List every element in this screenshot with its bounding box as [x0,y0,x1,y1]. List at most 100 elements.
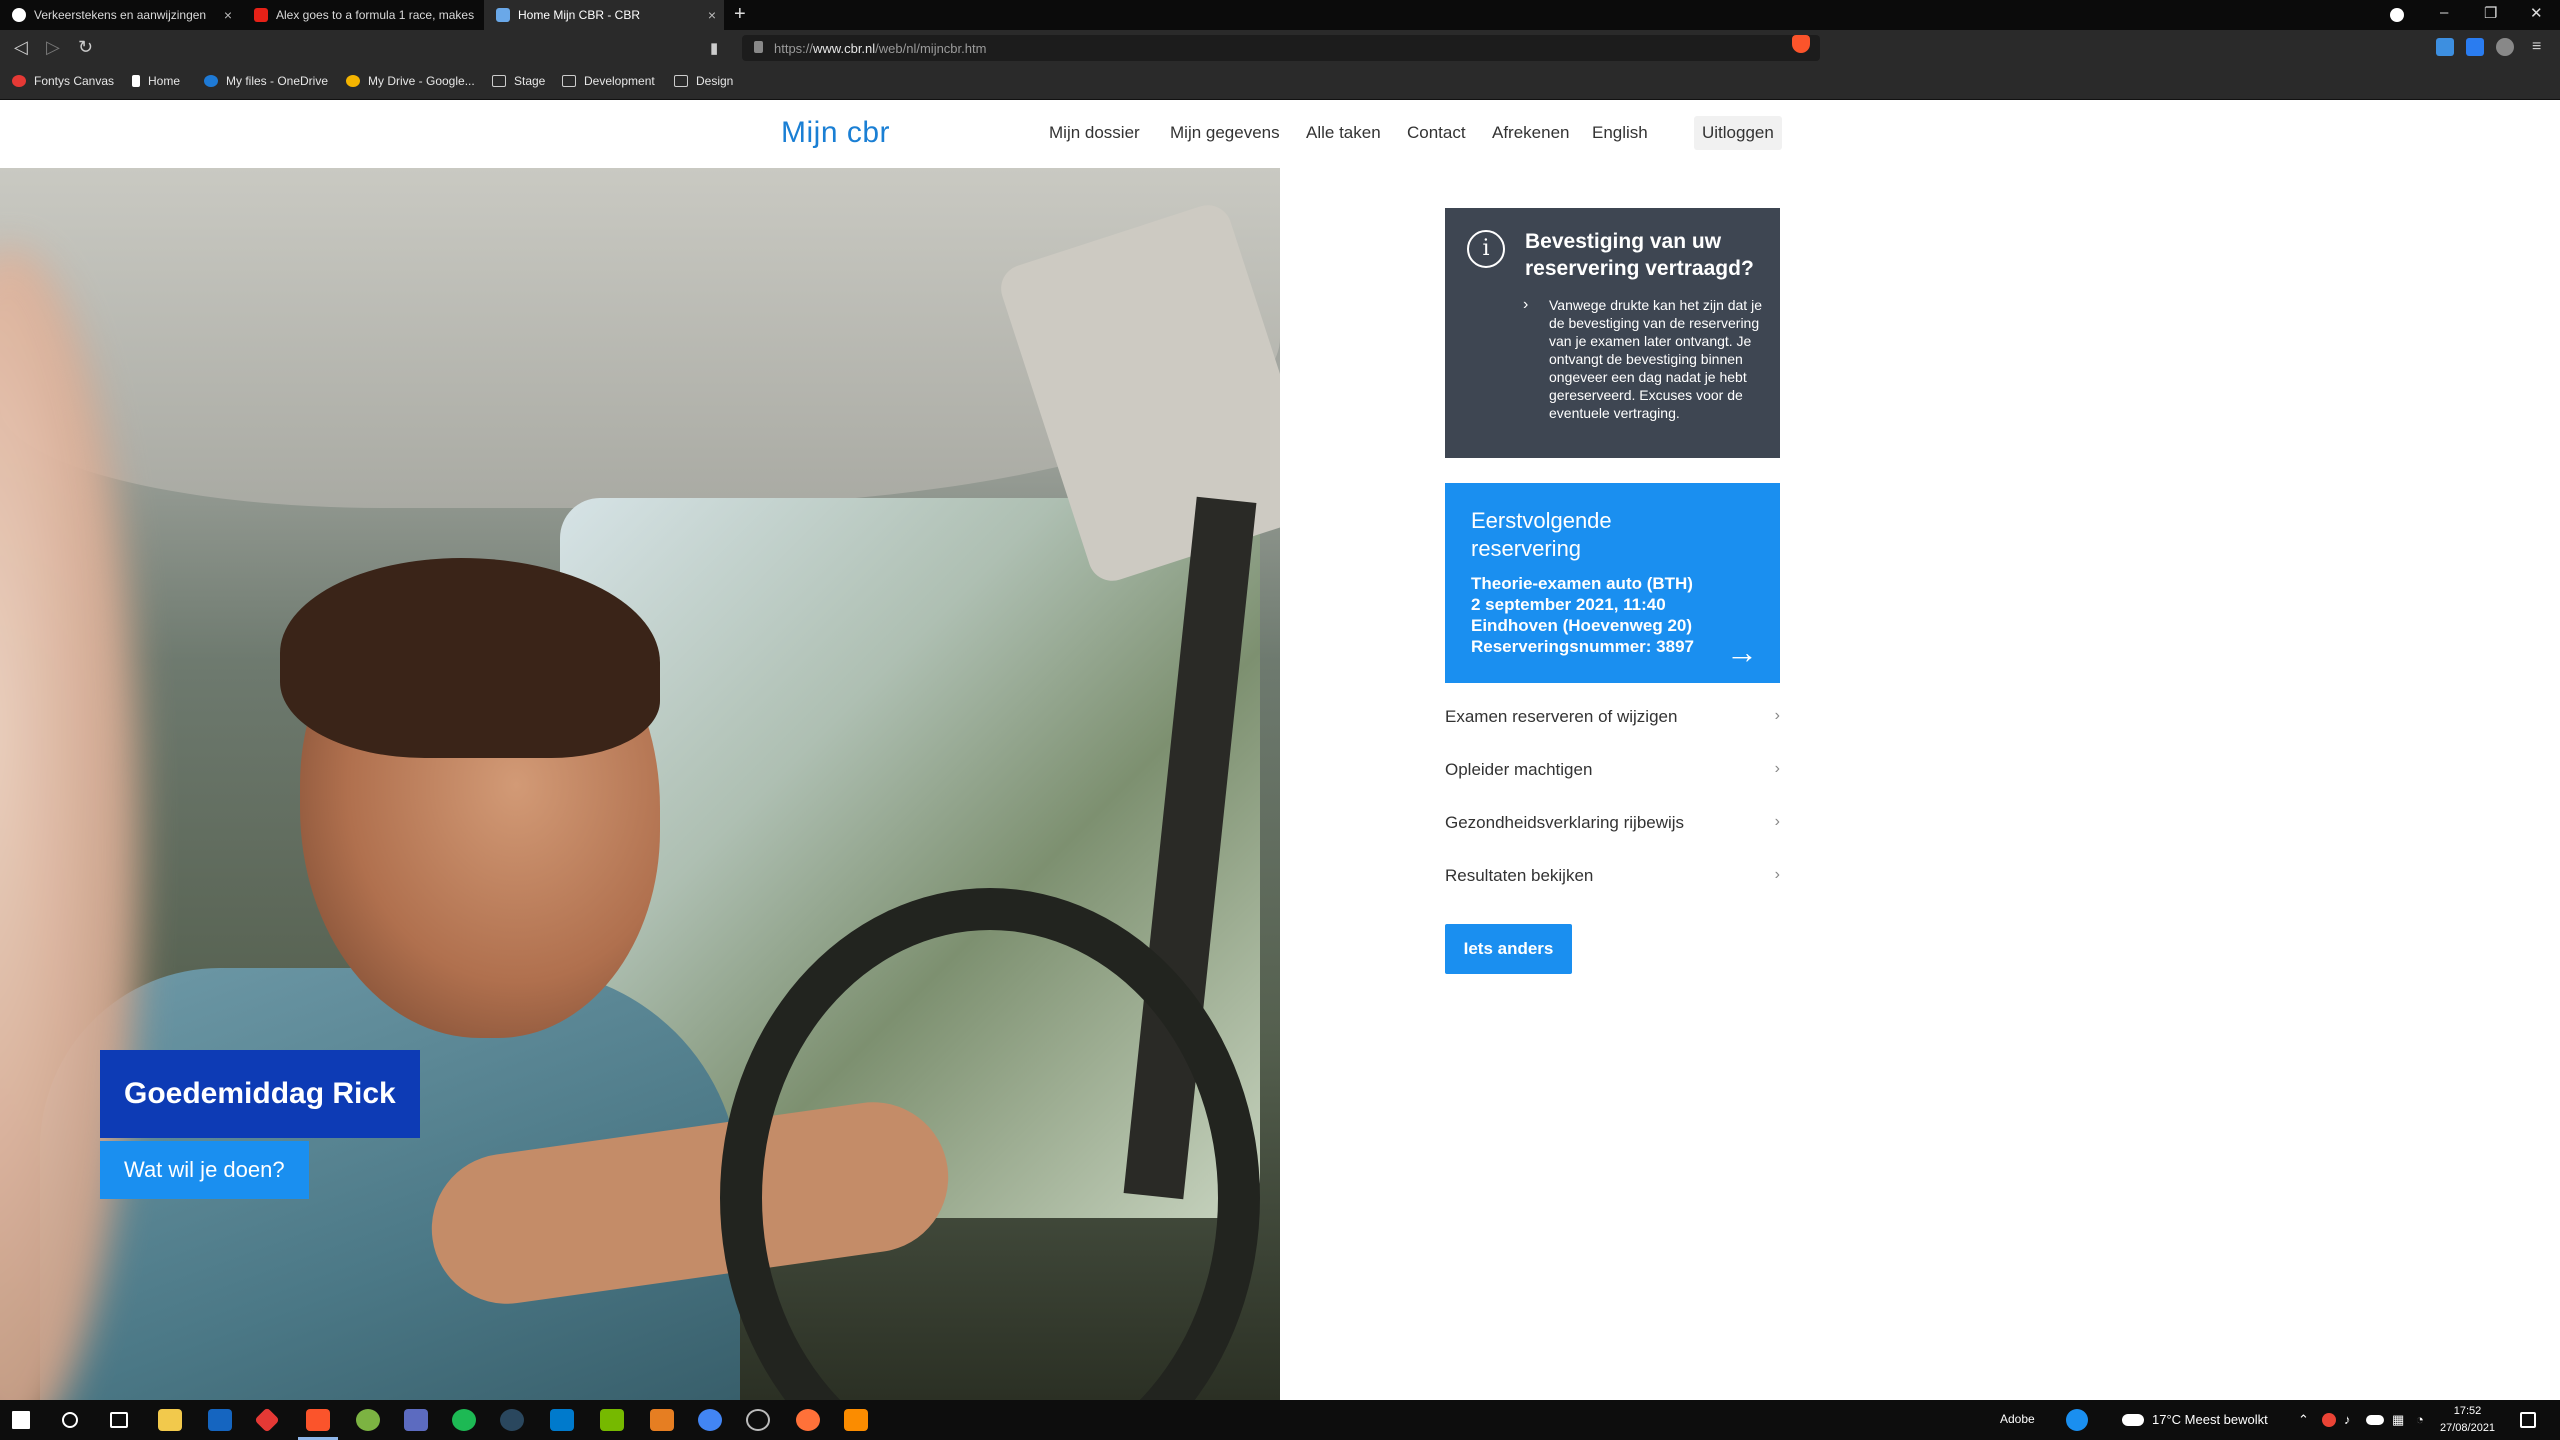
info-icon: i [1467,230,1505,268]
brave-icon[interactable] [306,1409,330,1431]
notice-body: Vanwege drukte kan het zijn dat je de be… [1549,297,1762,421]
nav-mijn-dossier[interactable]: Mijn dossier [1049,123,1140,143]
action-link-resultaten[interactable]: Resultaten bekijken › [1445,866,1780,896]
action-link-examen[interactable]: Examen reserveren of wijzigen › [1445,707,1780,737]
system-clock[interactable]: 17:52 27/08/2021 [2440,1403,2495,1437]
restore-icon[interactable]: ❐ [2484,4,2497,22]
wifi-icon[interactable]: ◔ [2416,1412,2424,1427]
bookmark-item[interactable]: Fontys Canvas [12,74,114,88]
minimize-icon[interactable]: – [2440,4,2448,21]
file-explorer-icon[interactable] [158,1409,182,1431]
search-icon[interactable] [62,1412,78,1428]
youtube-icon [254,8,268,22]
cbr-favicon-icon [496,8,510,22]
chevron-right-icon: › [1523,296,1529,313]
next-reservation-card[interactable]: Eerstvolgende reservering Theorie-examen… [1445,483,1780,683]
site-header: Mijn cbr Mijn dossier Mijn gegevens Alle… [0,100,2560,168]
puzzle-icon[interactable] [2496,38,2514,56]
tab-verkeerstekens[interactable]: Verkeerstekens en aanwijzingen × [0,0,240,30]
onedrive-tray-icon[interactable] [2366,1415,2384,1425]
bookmark-item[interactable]: Home [132,74,180,88]
chrome-icon[interactable] [698,1409,722,1431]
teams-icon[interactable] [404,1409,428,1431]
google-drive-icon [346,75,360,87]
chevron-up-icon[interactable]: ⌃ [2298,1412,2309,1428]
bookmark-extension-icon[interactable] [2466,38,2484,56]
steam-icon[interactable] [500,1409,524,1431]
reservation-exam: Theorie-examen auto (BTH) [1471,574,1693,593]
app-orange-icon[interactable] [650,1409,674,1431]
close-tab-icon[interactable]: × [708,7,716,23]
chevron-right-icon: › [1774,813,1780,830]
vscode-icon[interactable] [550,1409,574,1431]
nav-mijn-gegevens[interactable]: Mijn gegevens [1170,123,1280,143]
lock-icon [754,41,763,53]
reservation-location: Eindhoven (Hoevenweg 20) [1471,616,1693,635]
bookmark-item[interactable]: My files - OneDrive [204,74,328,88]
extension-icon[interactable] [2436,38,2454,56]
action-link-gezondheid[interactable]: Gezondheidsverklaring rijbewijs › [1445,813,1780,843]
forward-icon[interactable]: ▷ [46,37,60,58]
xampp-icon[interactable] [844,1409,868,1431]
bookmark-icon[interactable]: ▮ [710,39,718,57]
bookmark-folder[interactable]: Design [674,74,733,88]
bookmark-item[interactable]: My Drive - Google... [346,74,475,88]
new-tab-button[interactable]: + [734,3,746,26]
nav-afrekenen[interactable]: Afrekenen [1492,123,1570,143]
profile-icon[interactable] [2390,8,2404,22]
nav-contact[interactable]: Contact [1407,123,1466,143]
task-view-icon[interactable] [110,1412,128,1428]
action-link-opleider[interactable]: Opleider machtigen › [1445,760,1780,790]
folder-icon [492,75,506,87]
chevron-right-icon: › [1774,707,1780,724]
onedrive-icon [204,75,218,87]
volume-icon[interactable]: ♪ [2344,1412,2351,1427]
app-green-icon[interactable] [356,1409,380,1431]
network-icon[interactable]: ▦ [2392,1412,2404,1428]
help-icon[interactable] [2066,1409,2088,1431]
brave-shield-icon[interactable] [1792,35,1810,53]
arrow-right-icon[interactable]: → [1726,634,1758,671]
nav-english[interactable]: English [1592,123,1648,143]
reload-icon[interactable]: ↻ [78,37,93,58]
windows-taskbar: Adobe 17°C Meest bewolkt ⌃ ♪ ▦ ◔ 17:52 2… [0,1400,2560,1440]
clock-date: 27/08/2021 [2440,1422,2496,1434]
app-diamond-icon[interactable] [254,1407,280,1433]
bookmark-folder[interactable]: Development [562,74,655,88]
greeting-title: Goedemiddag Rick [100,1050,420,1138]
weather-text[interactable]: 17°C Meest bewolkt [2152,1412,2268,1427]
logout-button[interactable]: Uitloggen [1694,116,1782,150]
cloud-weather-icon [2122,1414,2144,1426]
something-else-button[interactable]: Iets anders [1445,924,1572,974]
page-favicon-icon [12,8,26,22]
outlook-icon[interactable] [208,1409,232,1431]
reservation-title: Eerstvolgende reservering [1471,508,1612,561]
reservation-number: Reserveringsnummer: 3897 [1471,637,1695,656]
address-bar[interactable]: https://www.cbr.nl/web/nl/mijncbr.htm [742,35,1820,61]
bookmarks-bar: Fontys Canvas Home My files - OneDrive M… [0,66,2560,100]
tab-youtube[interactable]: Alex goes to a formula 1 race, makes [242,0,482,30]
chevron-right-icon: › [1774,866,1780,883]
menu-icon[interactable]: ≡ [2532,38,2541,56]
windows-start-icon[interactable] [12,1411,30,1429]
app-circle-icon[interactable] [746,1409,770,1431]
tray-app-icon[interactable] [2322,1413,2336,1427]
chevron-right-icon: › [1774,760,1780,777]
notice-title: Bevestiging van uw reservering vertraagd… [1525,230,1754,280]
firefox-icon[interactable] [796,1409,820,1431]
close-window-icon[interactable]: ✕ [2530,4,2543,22]
nvidia-icon[interactable] [600,1409,624,1431]
folder-icon [562,75,576,87]
site-logo[interactable]: Mijn cbr [781,116,890,150]
folder-icon [674,75,688,87]
tray-adobe-label[interactable]: Adobe [2000,1412,2035,1426]
notice-card: i Bevestiging van uw reservering vertraa… [1445,208,1780,458]
canvas-icon [12,75,26,87]
notifications-icon[interactable] [2520,1412,2536,1428]
spotify-icon[interactable] [452,1409,476,1431]
nav-alle-taken[interactable]: Alle taken [1306,123,1381,143]
tab-mijn-cbr[interactable]: Home Mijn CBR - CBR × [484,0,724,30]
back-icon[interactable]: ◁ [14,37,28,58]
close-tab-icon[interactable]: × [224,7,232,23]
bookmark-folder[interactable]: Stage [492,74,545,88]
